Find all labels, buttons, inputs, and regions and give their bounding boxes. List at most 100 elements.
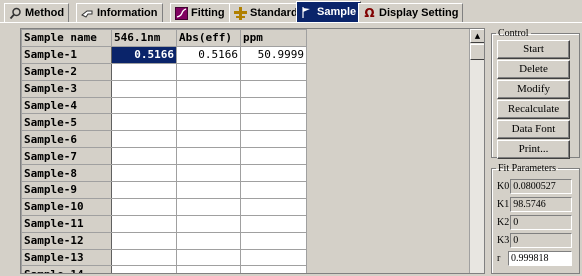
cell-abs-eff[interactable] [176,214,241,233]
cell-abs-eff[interactable] [176,79,241,98]
param-k0-label: K0 [497,180,510,192]
tab-display-setting-label: Display Setting [379,7,459,19]
cell-ppm[interactable] [240,214,307,233]
cell-wavelength[interactable] [111,248,177,267]
cell-abs-eff[interactable] [176,147,241,166]
table-row[interactable]: Sample-12 [21,231,307,250]
cell-wavelength[interactable] [111,130,177,149]
tab-fitting[interactable]: Fitting [170,3,230,22]
cell-ppm[interactable]: 50.9999 [240,45,307,64]
table-row[interactable]: Sample-1 0.5166 0.5166 50.9999 [21,45,307,64]
omega-icon: Ω [364,5,375,20]
start-button[interactable]: Start [497,40,570,59]
modify-button[interactable]: Modify [497,80,570,99]
cell-ppm[interactable] [240,113,307,132]
row-sample-name[interactable]: Sample-5 [21,113,112,132]
cell-wavelength[interactable] [111,231,177,250]
delete-button[interactable]: Delete [497,60,570,79]
table-row[interactable]: Sample-10 [21,197,307,216]
cell-wavelength[interactable] [111,197,177,216]
table-row[interactable]: Sample-8 [21,164,307,183]
row-sample-name[interactable]: Sample-13 [21,248,112,267]
table-row[interactable]: Sample-11 [21,214,307,233]
sample-grid[interactable]: Sample name 546.1nm Abs(eff) ppm Sample-… [20,28,485,274]
cell-abs-eff[interactable] [176,231,241,250]
row-sample-name[interactable]: Sample-12 [21,231,112,250]
cell-wavelength[interactable] [111,147,177,166]
scroll-up-arrow-icon[interactable]: ▲ [470,29,484,43]
cell-ppm[interactable] [240,181,307,199]
cell-abs-eff[interactable] [176,62,241,81]
row-sample-name[interactable]: Sample-2 [21,62,112,81]
cell-ppm[interactable] [240,96,307,115]
tab-sample[interactable]: Sample [296,1,362,22]
cell-wavelength[interactable] [111,96,177,115]
row-sample-name[interactable]: Sample-9 [21,181,112,199]
cross-icon [234,6,247,20]
col-header-abs-eff[interactable]: Abs(eff) [176,29,241,47]
cell-wavelength[interactable] [111,214,177,233]
col-header-wavelength[interactable]: 546.1nm [111,29,177,47]
cell-wavelength[interactable] [111,265,177,273]
tab-information[interactable]: Information [76,3,163,22]
cell-abs-eff[interactable] [176,197,241,216]
row-sample-name[interactable]: Sample-7 [21,147,112,166]
table-row[interactable]: Sample-14 [21,265,307,273]
cell-ppm[interactable] [240,248,307,267]
cell-wavelength[interactable]: 0.5166 [111,45,177,64]
param-k1: K1 98.5746 [497,196,572,212]
tab-display-setting[interactable]: Ω Display Setting [358,3,464,22]
row-sample-name[interactable]: Sample-3 [21,79,112,98]
cell-ppm[interactable] [240,197,307,216]
table-row[interactable]: Sample-5 [21,113,307,132]
tab-method[interactable]: Method [4,3,70,22]
col-header-ppm[interactable]: ppm [240,29,307,47]
cell-abs-eff[interactable] [176,164,241,183]
param-k2-label: K2 [497,216,510,228]
control-group-title: Control [498,28,529,39]
cell-wavelength[interactable] [111,181,177,199]
table-row[interactable]: Sample-3 [21,79,307,98]
scroll-thumb[interactable] [470,44,484,60]
table-row[interactable]: Sample-7 [21,147,307,166]
cell-ppm[interactable] [240,79,307,98]
row-sample-name[interactable]: Sample-11 [21,214,112,233]
cell-wavelength[interactable] [111,79,177,98]
cell-wavelength[interactable] [111,62,177,81]
table-row[interactable]: Sample-6 [21,130,307,149]
cell-wavelength[interactable] [111,164,177,183]
cell-abs-eff[interactable] [176,265,241,273]
row-sample-name[interactable]: Sample-10 [21,197,112,216]
row-sample-name[interactable]: Sample-8 [21,164,112,183]
vertical-scrollbar[interactable]: ▲ [469,29,484,273]
cell-ppm[interactable] [240,147,307,166]
cell-abs-eff[interactable] [176,113,241,132]
cell-ppm[interactable] [240,164,307,183]
cell-ppm[interactable] [240,62,307,81]
table-row[interactable]: Sample-2 [21,62,307,81]
recalculate-button[interactable]: Recalculate [497,100,570,119]
table-row[interactable]: Sample-13 [21,248,307,267]
cell-abs-eff[interactable] [176,96,241,115]
row-sample-name[interactable]: Sample-6 [21,130,112,149]
cell-ppm[interactable] [240,265,307,273]
cell-abs-eff[interactable]: 0.5166 [176,45,241,64]
cell-wavelength[interactable] [111,113,177,132]
table-row[interactable]: Sample-4 [21,96,307,115]
tab-sample-label: Sample [317,6,357,18]
cell-ppm[interactable] [240,231,307,250]
row-sample-name[interactable]: Sample-4 [21,96,112,115]
cell-abs-eff[interactable] [176,130,241,149]
param-k2: K2 0 [497,214,572,230]
row-sample-name[interactable]: Sample-14 [21,265,112,273]
row-sample-name[interactable]: Sample-1 [21,45,112,64]
cell-abs-eff[interactable] [176,181,241,199]
col-header-sample-name[interactable]: Sample name [21,29,112,47]
data-font-button[interactable]: Data Font [497,120,570,139]
param-k1-value: 98.5746 [510,196,572,212]
table-row[interactable]: Sample-9 [21,181,307,199]
tab-standard[interactable]: Standard [229,3,303,22]
print-button[interactable]: Print... [497,140,570,159]
cell-ppm[interactable] [240,130,307,149]
cell-abs-eff[interactable] [176,248,241,267]
